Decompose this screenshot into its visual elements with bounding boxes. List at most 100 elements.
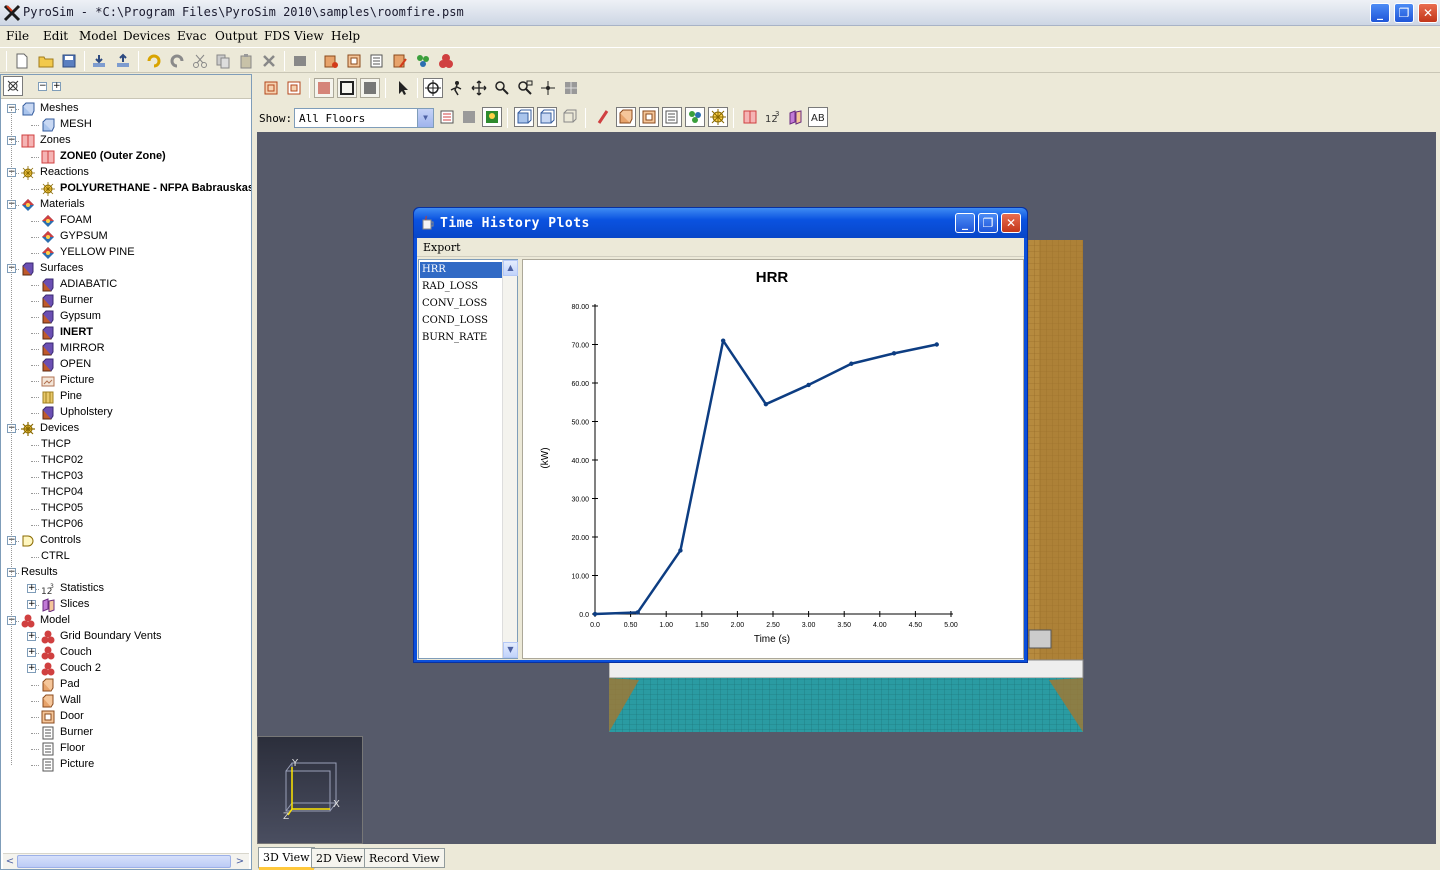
menu-file[interactable]: File	[6, 29, 29, 43]
menu-fds[interactable]: FDS	[264, 29, 290, 43]
filter-tree-button[interactable]	[3, 76, 23, 96]
maximize-button[interactable]: ❐	[1394, 3, 1414, 23]
select-pointer-icon[interactable]	[395, 80, 411, 96]
tree-item[interactable]: Picture	[1, 757, 251, 773]
expand-icon[interactable]: +	[27, 648, 36, 657]
series-item-rad-loss[interactable]: RAD_LOSS	[420, 279, 502, 295]
tree-item[interactable]: THCP	[1, 437, 251, 453]
tree-item[interactable]: Gypsum	[1, 309, 251, 325]
roam-tool-icon[interactable]	[540, 80, 556, 96]
tree-item[interactable]: POLYURETHANE - NFPA Babrauskas	[1, 181, 251, 197]
tree-group[interactable]: − Controls	[1, 533, 251, 549]
show-obstructions-button[interactable]	[616, 107, 636, 127]
tree-item[interactable]: CTRL	[1, 549, 251, 565]
export-icon[interactable]	[115, 53, 131, 69]
tree-item[interactable]: THCP04	[1, 485, 251, 501]
background-image-icon[interactable]	[461, 109, 477, 125]
series-item-hrr[interactable]: HRR	[420, 262, 502, 278]
menu-view[interactable]: View	[294, 29, 324, 43]
scroll-up-icon[interactable]: ▲	[503, 260, 518, 276]
grid-toggle-icon[interactable]	[563, 80, 579, 96]
tab-3d-view[interactable]: 3D View	[258, 847, 315, 870]
new-file-icon[interactable]	[14, 53, 30, 69]
tree-item[interactable]: Burner	[1, 293, 251, 309]
tab-2d-view[interactable]: 2D View	[311, 848, 368, 868]
tree-item[interactable]: MESH	[1, 117, 251, 133]
tree-item[interactable]: Picture	[1, 373, 251, 389]
minimize-button[interactable]: _	[1370, 3, 1390, 23]
floor-settings-icon[interactable]	[439, 109, 455, 125]
tree-item[interactable]: GYPSUM	[1, 229, 251, 245]
tree-group[interactable]: − Materials	[1, 197, 251, 213]
menu-edit[interactable]: Edit	[43, 29, 68, 43]
paste-icon[interactable]	[238, 53, 254, 69]
render-textured-button[interactable]	[360, 78, 380, 98]
undo-icon[interactable]	[146, 53, 162, 69]
expand-all-button[interactable]: +	[52, 82, 61, 91]
tree-item[interactable]: THCP03	[1, 469, 251, 485]
show-statistics-icon[interactable]: 123	[764, 109, 780, 125]
menu-help[interactable]: Help	[331, 29, 360, 43]
expand-icon[interactable]: +	[27, 584, 36, 593]
show-holes-button[interactable]	[639, 107, 659, 127]
zoom-box-icon[interactable]	[517, 80, 533, 96]
menu-output[interactable]: Output	[215, 29, 258, 43]
scroll-down-icon[interactable]: ▼	[503, 642, 518, 658]
render-solid-button[interactable]	[337, 78, 357, 98]
tree-item[interactable]: Door	[1, 709, 251, 725]
expand-icon[interactable]: +	[27, 632, 36, 641]
tree-item[interactable]: FOAM	[1, 213, 251, 229]
tree-group[interactable]: − Model	[1, 613, 251, 629]
series-item-cond-loss[interactable]: COND_LOSS	[420, 313, 502, 329]
tree-item[interactable]: Wall	[1, 693, 251, 709]
tree-item[interactable]: ADIABATIC	[1, 277, 251, 293]
results-table-icon[interactable]	[369, 53, 385, 69]
tree-item[interactable]: Pad	[1, 677, 251, 693]
run-fds-icon[interactable]	[292, 53, 308, 69]
tree-group[interactable]: − Devices	[1, 421, 251, 437]
tree-item[interactable]: + Grid Boundary Vents	[1, 629, 251, 645]
tree-item[interactable]: THCP02	[1, 453, 251, 469]
series-item-conv-loss[interactable]: CONV_LOSS	[420, 296, 502, 312]
dialog-minimize-button[interactable]: _	[955, 213, 975, 233]
tree-item[interactable]: YELLOW PINE	[1, 245, 251, 261]
tree-item[interactable]: ZONE0 (Outer Zone)	[1, 149, 251, 165]
copy-icon[interactable]	[215, 53, 231, 69]
show-slices-icon[interactable]	[787, 109, 803, 125]
dialog-title-bar[interactable]: Time History Plots _ ❐ ✕	[414, 208, 1027, 238]
tab-record-view[interactable]: Record View	[364, 848, 445, 868]
tree-item[interactable]: OPEN	[1, 357, 251, 373]
series-list[interactable]: HRR RAD_LOSS CONV_LOSS COND_LOSS BURN_RA…	[418, 259, 518, 659]
zoom-tool-icon[interactable]	[494, 80, 510, 96]
particles-icon[interactable]	[415, 53, 431, 69]
show-background-button[interactable]	[482, 107, 502, 127]
menu-model[interactable]: Model	[79, 29, 117, 43]
save-icon[interactable]	[61, 53, 77, 69]
tree-item[interactable]: THCP05	[1, 501, 251, 517]
open-folder-icon[interactable]	[38, 53, 54, 69]
series-item-burn-rate[interactable]: BURN_RATE	[420, 330, 502, 346]
close-button[interactable]: ✕	[1418, 3, 1438, 23]
tree-group[interactable]: − Surfaces	[1, 261, 251, 277]
scroll-left-button[interactable]: <	[3, 854, 17, 869]
tree-item[interactable]: INERT	[1, 325, 251, 341]
tree-item[interactable]: + Couch 2	[1, 661, 251, 677]
menu-evac[interactable]: Evac	[177, 29, 206, 43]
tree-item[interactable]: +12 3 Statistics	[1, 581, 251, 597]
show-zones-icon[interactable]	[742, 109, 758, 125]
show-labels-button[interactable]: AB	[808, 107, 828, 127]
tree-item[interactable]: THCP06	[1, 517, 251, 533]
expand-icon[interactable]: +	[27, 664, 36, 673]
tree-item[interactable]: + Slices	[1, 597, 251, 613]
chevron-down-icon[interactable]: ▼	[417, 109, 433, 127]
model-group-icon[interactable]	[438, 53, 454, 69]
mesh-hidden-icon[interactable]	[562, 109, 578, 125]
tree-group[interactable]: − Zones	[1, 133, 251, 149]
show-devices-icon[interactable]	[595, 109, 611, 125]
tree-item[interactable]: Floor	[1, 741, 251, 757]
tree-group[interactable]: − Reactions	[1, 165, 251, 181]
dialog-maximize-button[interactable]: ❐	[978, 213, 998, 233]
new-hole-icon[interactable]	[286, 80, 302, 96]
menu-devices[interactable]: Devices	[123, 29, 170, 43]
show-particles-button[interactable]	[685, 107, 705, 127]
